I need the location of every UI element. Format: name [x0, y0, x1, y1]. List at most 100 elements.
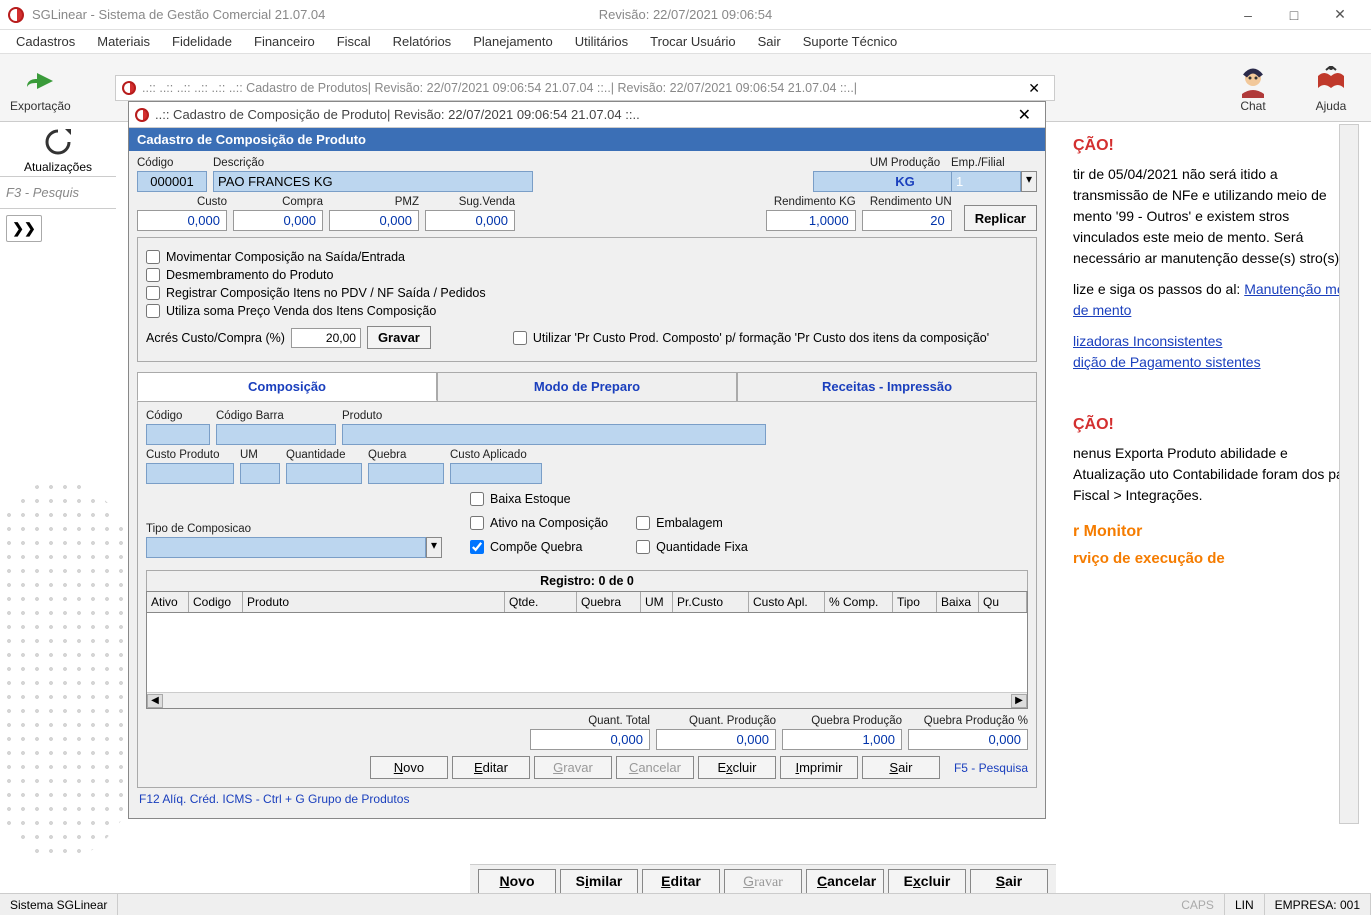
- inner-novo-button[interactable]: Novo: [370, 756, 448, 779]
- inner-imprimir-button[interactable]: Imprimir: [780, 756, 858, 779]
- side-news-panel: ÇÃO! tir de 05/04/2021 não será itido a …: [1059, 124, 1371, 581]
- col-prcusto[interactable]: Pr.Custo: [673, 592, 749, 612]
- menu-suporte[interactable]: Suporte Técnico: [793, 31, 907, 52]
- chk-qfixa[interactable]: [636, 540, 650, 554]
- parent-gravar-button[interactable]: Gravar: [724, 869, 802, 895]
- composicao-titlebar: ..:: Cadastro de Composição de Produto| …: [129, 102, 1045, 128]
- menu-planejamento[interactable]: Planejamento: [463, 31, 563, 52]
- col-um[interactable]: UM: [641, 592, 673, 612]
- toolbar-chat[interactable]: Chat: [1235, 63, 1271, 113]
- chk-soma-preco[interactable]: [146, 304, 160, 318]
- grid-scrollbar[interactable]: ◀▶: [147, 692, 1027, 708]
- inner-editar-button[interactable]: Editar: [452, 756, 530, 779]
- col-codigo[interactable]: Codigo: [189, 592, 243, 612]
- side-link2[interactable]: lizadoras Inconsistentes: [1073, 333, 1222, 349]
- menu-financeiro[interactable]: Financeiro: [244, 31, 325, 52]
- menu-trocar-usuario[interactable]: Trocar Usuário: [640, 31, 745, 52]
- parent-similar-button[interactable]: Similar: [560, 869, 638, 895]
- menu-relatorios[interactable]: Relatórios: [383, 31, 462, 52]
- toolbar-help[interactable]: Ajuda: [1313, 63, 1349, 113]
- col-comp[interactable]: % Comp.: [825, 592, 893, 612]
- chk-ativo-comp[interactable]: [470, 516, 484, 530]
- maximize-button[interactable]: □: [1271, 0, 1317, 30]
- comp-tipo-select[interactable]: [146, 537, 426, 558]
- parent-excluir-button[interactable]: Excluir: [888, 869, 966, 895]
- col-baixa[interactable]: Baixa: [937, 592, 979, 612]
- comp-um-input[interactable]: [240, 463, 280, 484]
- comp-codigo-input[interactable]: [146, 424, 210, 445]
- codigo-input[interactable]: [137, 171, 207, 192]
- scroll-right-icon[interactable]: ▶: [1011, 694, 1027, 708]
- app-icon: [135, 108, 149, 122]
- comp-custoapl-input[interactable]: [450, 463, 542, 484]
- chk-embalagem[interactable]: [636, 516, 650, 530]
- acres-label: Acrés Custo/Compra (%): [146, 331, 285, 345]
- comp-produto-input[interactable]: [342, 424, 766, 445]
- toolbar-export[interactable]: Exportação: [10, 63, 71, 113]
- parent-cancelar-button[interactable]: Cancelar: [806, 869, 884, 895]
- close-icon[interactable]: ✕: [1010, 105, 1039, 125]
- comp-quebra-input[interactable]: [368, 463, 444, 484]
- dropdown-icon[interactable]: ▾: [1021, 171, 1037, 192]
- menu-fiscal[interactable]: Fiscal: [327, 31, 381, 52]
- tab-receitas[interactable]: Receitas - Impressão: [737, 372, 1037, 401]
- parent-novo-button[interactable]: Novo: [478, 869, 556, 895]
- chk-compoe-quebra[interactable]: [470, 540, 484, 554]
- minimize-button[interactable]: –: [1225, 0, 1271, 30]
- col-quebra[interactable]: Quebra: [577, 592, 641, 612]
- tab-composicao[interactable]: Composição: [137, 372, 437, 401]
- side-p4: rviço de execução de: [1073, 548, 1357, 571]
- um-producao-label: UM Produção: [870, 157, 940, 169]
- chk-ativo-label: Ativo na Composição: [490, 516, 608, 530]
- acres-input[interactable]: [291, 328, 361, 348]
- col-qtde[interactable]: Qtde.: [505, 592, 577, 612]
- chk-registrar-pdv[interactable]: [146, 286, 160, 300]
- scroll-left-icon[interactable]: ◀: [147, 694, 163, 708]
- chk-baixa-estoque[interactable]: [470, 492, 484, 506]
- descricao-input[interactable]: [213, 171, 533, 192]
- parent-sair-button[interactable]: Sair: [970, 869, 1048, 895]
- col-qu[interactable]: Qu: [979, 592, 1027, 612]
- chk-desmembramento[interactable]: [146, 268, 160, 282]
- menu-materiais[interactable]: Materiais: [87, 31, 160, 52]
- left-panel-update[interactable]: Atualizações: [0, 122, 116, 176]
- inner-sair-button[interactable]: Sair: [862, 756, 940, 779]
- menu-fidelidade[interactable]: Fidelidade: [162, 31, 242, 52]
- col-custoapl[interactable]: Custo Apl.: [749, 592, 825, 612]
- col-tipo[interactable]: Tipo: [893, 592, 937, 612]
- comp-custoprod-label: Custo Produto: [146, 449, 234, 461]
- side-heading-monitor: r Monitor: [1073, 520, 1357, 544]
- close-icon[interactable]: ✕: [1020, 80, 1048, 97]
- replicar-button[interactable]: Replicar: [964, 205, 1037, 231]
- gravar-acres-button[interactable]: Gravar: [367, 326, 431, 349]
- col-ativo[interactable]: Ativo: [147, 592, 189, 612]
- quebra-pct-label: Quebra Produção %: [924, 715, 1028, 727]
- side-scrollbar[interactable]: [1339, 124, 1359, 824]
- statusbar: Sistema SGLinear CAPS LIN EMPRESA: 001: [0, 893, 1371, 915]
- side-link3[interactable]: dição de Pagamento sistentes: [1073, 354, 1261, 370]
- chk-utilizar-prcusto[interactable]: [513, 331, 527, 345]
- comp-custoprod-input[interactable]: [146, 463, 234, 484]
- expand-button[interactable]: ❯❯: [6, 215, 42, 242]
- comp-qtd-label: Quantidade: [286, 449, 362, 461]
- dropdown-icon[interactable]: ▾: [426, 537, 442, 558]
- chk-movimentar[interactable]: [146, 250, 160, 264]
- emp-filial-select[interactable]: [951, 171, 1021, 192]
- tab-modo-preparo[interactable]: Modo de Preparo: [437, 372, 737, 401]
- col-produto[interactable]: Produto: [243, 592, 505, 612]
- inner-gravar-button[interactable]: Gravar: [534, 756, 612, 779]
- f5-hint: F5 - Pesquisa: [954, 761, 1028, 775]
- menu-cadastros[interactable]: Cadastros: [6, 31, 85, 52]
- close-button[interactable]: ✕: [1317, 0, 1363, 30]
- inner-excluir-button[interactable]: Excluir: [698, 756, 776, 779]
- pmz-value: 0,000: [329, 210, 419, 231]
- side-p2a: lize e siga os passos do al:: [1073, 281, 1244, 297]
- comp-qtd-input[interactable]: [286, 463, 362, 484]
- comp-codbarra-input[interactable]: [216, 424, 336, 445]
- menu-utilitarios[interactable]: Utilitários: [565, 31, 638, 52]
- menu-sair[interactable]: Sair: [748, 31, 791, 52]
- inner-cancelar-button[interactable]: Cancelar: [616, 756, 694, 779]
- composicao-title: ..:: Cadastro de Composição de Produto| …: [155, 107, 640, 122]
- toolbar-export-label: Exportação: [10, 99, 71, 113]
- parent-editar-button[interactable]: Editar: [642, 869, 720, 895]
